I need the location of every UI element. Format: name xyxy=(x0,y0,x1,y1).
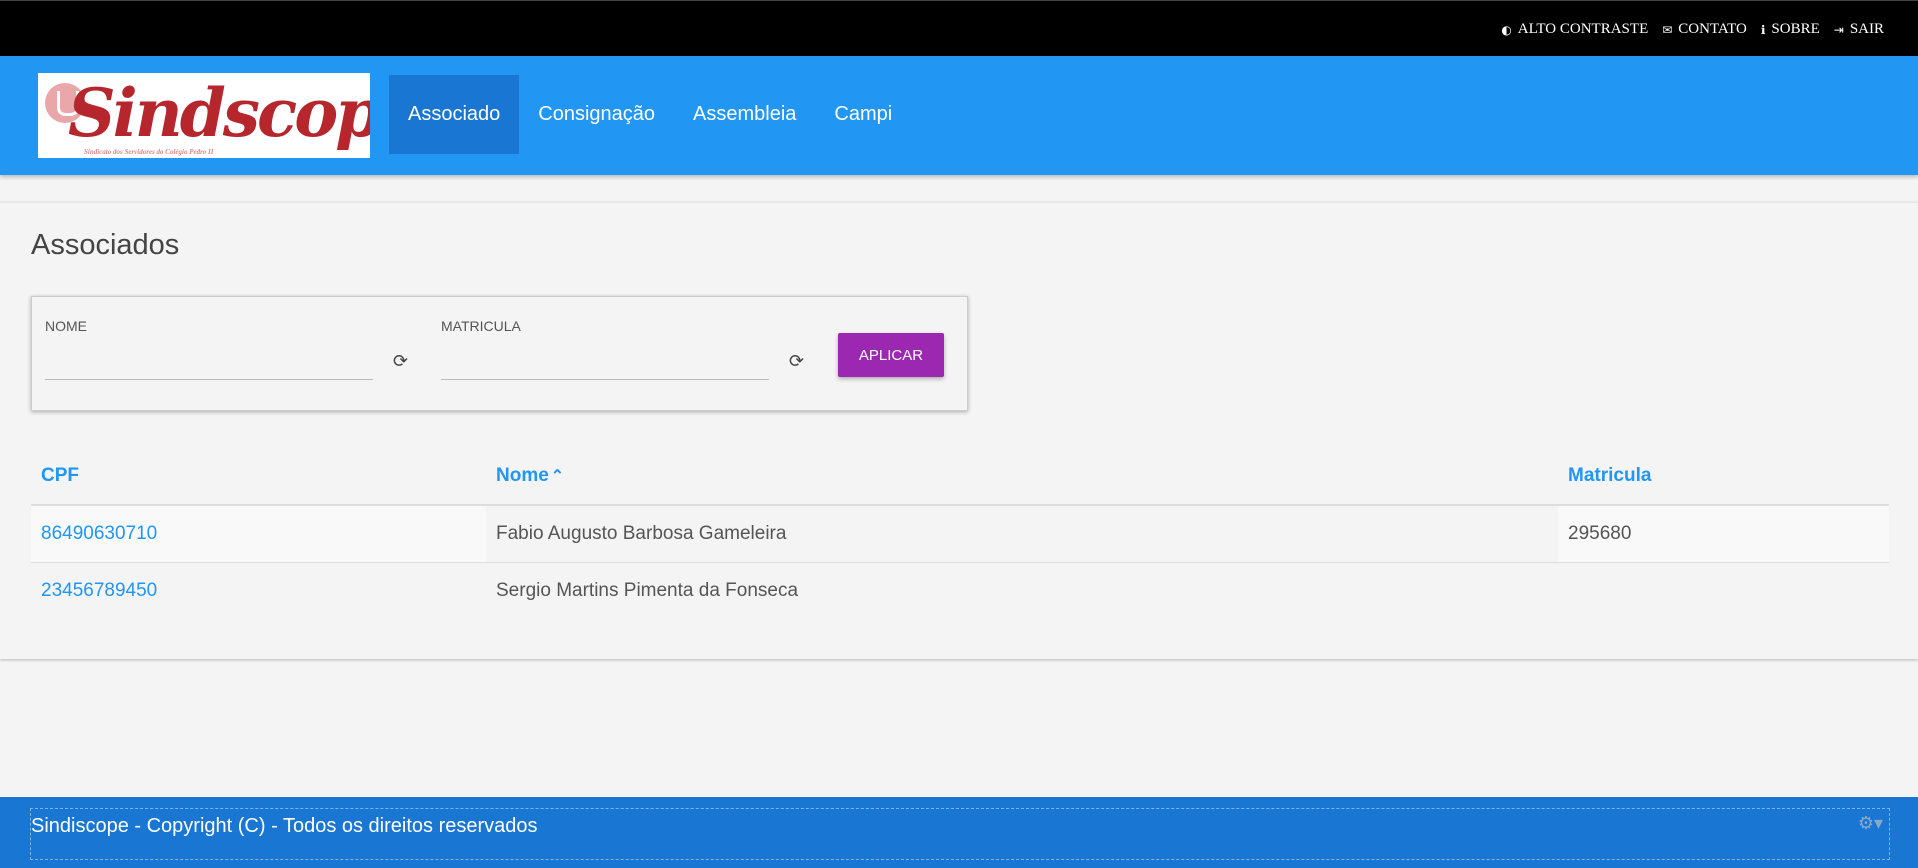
info-icon: ℹ xyxy=(1760,22,1766,37)
table-row[interactable]: 23456789450 Sergio Martins Pimenta da Fo… xyxy=(31,562,1889,619)
menu-item-assembleia[interactable]: Assembleia xyxy=(674,75,815,154)
matricula-cell xyxy=(1558,562,1889,619)
cpf-cell[interactable]: 23456789450 xyxy=(31,562,486,619)
sair-link[interactable]: ⇥ SAIR xyxy=(1834,21,1884,38)
nome-cell: Fabio Augusto Barbosa Gameleira xyxy=(486,505,1558,563)
cpf-cell[interactable]: 86490630710 xyxy=(31,505,486,563)
alto-contraste-link[interactable]: ◐ ALTO CONTRASTE xyxy=(1501,21,1648,38)
table-header-row: CPF Nome ⌃ Matricula xyxy=(31,448,1889,506)
footer-copyright: Sindiscope - Copyright (C) - Todos os di… xyxy=(31,815,538,837)
top-utility-bar: ◐ ALTO CONTRASTE ✉ CONTATO ℹ SOBRE ⇥ SAI… xyxy=(0,0,1918,56)
logo-subtitle: Sindicato dos Servidores do Colégio Pedr… xyxy=(84,148,214,156)
logo-wordmark: Sindscope xyxy=(68,74,370,152)
main-navbar: Sindscope Sindicato dos Servidores do Co… xyxy=(0,56,1918,175)
menu-item-associado[interactable]: Associado xyxy=(389,75,520,154)
column-header-matricula[interactable]: Matricula xyxy=(1558,448,1889,506)
sort-ascending-icon: ⌃ xyxy=(550,468,565,485)
menu-item-consignacao[interactable]: Consignação xyxy=(519,75,674,154)
utility-links: ◐ ALTO CONTRASTE ✉ CONTATO ℹ SOBRE ⇥ SAI… xyxy=(1501,21,1884,38)
filter-panel: NOME ⟳ MATRICULA ⟳ APLICAR xyxy=(31,296,968,411)
apply-button[interactable]: APLICAR xyxy=(838,333,944,377)
contrast-icon: ◐ xyxy=(1501,22,1512,37)
matricula-reset-icon[interactable]: ⟳ xyxy=(789,353,807,371)
alto-contraste-label: ALTO CONTRASTE xyxy=(1517,21,1649,37)
cpf-header-label: CPF xyxy=(41,465,79,486)
nome-cell: Sergio Martins Pimenta da Fonseca xyxy=(496,579,799,601)
contato-link[interactable]: ✉ CONTATO xyxy=(1662,21,1747,38)
nome-filter-input[interactable] xyxy=(45,342,373,380)
sobre-label: SOBRE xyxy=(1771,21,1820,37)
column-header-nome[interactable]: Nome ⌃ xyxy=(486,448,1558,506)
footer-inner: Sindiscope - Copyright (C) - Todos os di… xyxy=(30,808,1890,860)
matricula-cell: 295680 xyxy=(1558,505,1889,563)
table-row[interactable]: 86490630710 Fabio Augusto Barbosa Gamele… xyxy=(31,505,1889,563)
matricula-filter-input[interactable] xyxy=(441,342,769,380)
sair-label: SAIR xyxy=(1849,21,1884,37)
nome-reset-icon[interactable]: ⟳ xyxy=(393,353,411,371)
matricula-header-label: Matricula xyxy=(1568,465,1652,486)
sobre-link[interactable]: ℹ SOBRE xyxy=(1761,21,1820,38)
nome-filter-label: NOME xyxy=(45,318,87,334)
main-menu: Associado Consignação Assembleia Campi xyxy=(389,75,911,154)
menu-item-campi[interactable]: Campi xyxy=(815,75,911,154)
envelope-icon: ✉ xyxy=(1662,22,1673,37)
page-footer: Sindiscope - Copyright (C) - Todos os di… xyxy=(0,797,1918,868)
column-header-cpf[interactable]: CPF xyxy=(31,448,486,506)
content-card: Associados NOME ⟳ MATRICULA ⟳ APLICAR CP… xyxy=(0,202,1918,659)
matricula-filter-label: MATRICULA xyxy=(441,318,521,334)
sindscope-logo[interactable]: Sindscope Sindicato dos Servidores do Co… xyxy=(38,73,370,158)
nome-header-label: Nome xyxy=(496,465,549,486)
associados-table: CPF Nome ⌃ Matricula 86490630710 Fabio Au… xyxy=(31,448,1889,619)
page-title: Associados xyxy=(31,229,180,261)
contato-label: CONTATO xyxy=(1678,21,1747,37)
sign-out-icon: ⇥ xyxy=(1833,22,1844,37)
gear-icon[interactable]: ⚙▾ xyxy=(1858,813,1883,834)
